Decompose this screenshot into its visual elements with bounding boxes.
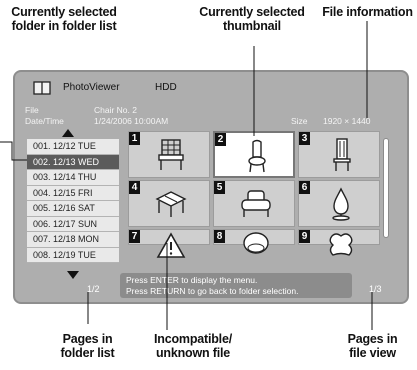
file-name: Chair No. 2: [94, 105, 137, 115]
table-icon: [155, 191, 187, 217]
app-title: PhotoViewer: [63, 82, 120, 93]
folder-item[interactable]: 003. 12/14 THU: [27, 170, 119, 186]
folder-item[interactable]: 005. 12/16 SAT: [27, 201, 119, 217]
chair-icon: [248, 139, 266, 173]
callout-selected-thumbnail: Currently selected thumbnail: [199, 5, 305, 33]
folder-item[interactable]: 007. 12/18 MON: [27, 232, 119, 248]
datetime-label: Date/Time: [25, 116, 64, 126]
thumbnail-6[interactable]: 6: [298, 180, 380, 227]
file-page-indicator: 1/3: [369, 284, 382, 294]
message-box: Press ENTER to display the menu. Press R…: [120, 273, 352, 298]
folder-item[interactable]: 006. 12/17 SUN: [27, 216, 119, 232]
folder-item[interactable]: 008. 12/19 TUE: [27, 247, 119, 263]
folder-list: 001. 12/12 TUE 002. 12/13 WED 003. 12/14…: [27, 139, 119, 263]
file-scrollbar[interactable]: [383, 138, 389, 238]
chair-icon: [158, 139, 184, 170]
callout-incompatible-file: Incompatible/unknown file: [154, 332, 232, 360]
datetime-value: 1/24/2006 10:00AM: [94, 116, 169, 126]
stool-icon: [329, 233, 353, 256]
thumbnail-4[interactable]: 4: [128, 180, 210, 227]
callout-pages-file-view: Pages in file view: [347, 332, 398, 360]
callout-selected-folder: Currently selected folder in folder list: [11, 5, 117, 33]
source-label: HDD: [155, 82, 177, 93]
message-enter: Press ENTER to display the menu.: [126, 275, 258, 285]
thumbnail-2-selected[interactable]: 2: [213, 131, 295, 178]
size-value: 1920 × 1440: [323, 116, 371, 126]
folder-page-indicator: 1/2: [87, 284, 100, 294]
folder-item[interactable]: 004. 12/15 FRI: [27, 185, 119, 201]
size-label: Size: [291, 116, 308, 126]
thumbnail-5[interactable]: 5: [213, 180, 295, 227]
callout-pages-folder-list: Pages in folder list: [60, 332, 115, 360]
folder-item-selected[interactable]: 002. 12/13 WED: [27, 154, 119, 170]
armchair-icon: [241, 190, 271, 217]
warning-icon: [156, 232, 186, 258]
chair-icon: [333, 138, 351, 171]
thumbnail-1[interactable]: 1: [128, 131, 210, 178]
chair-icon: [243, 232, 269, 254]
photoviewer-app-icon: [33, 81, 51, 95]
thumbnail-3[interactable]: 3: [298, 131, 380, 178]
file-label: File: [25, 105, 39, 115]
folder-scroll-down-icon[interactable]: [67, 271, 79, 279]
thumbnail-8[interactable]: 8: [213, 229, 295, 254]
message-return: Press RETURN to go back to folder select…: [126, 286, 299, 296]
thumbnail-7-incompatible[interactable]: 7: [128, 229, 210, 258]
lamp-icon: [332, 187, 350, 221]
folder-item[interactable]: 001. 12/12 TUE: [27, 139, 119, 155]
thumbnail-9[interactable]: 9: [298, 229, 380, 256]
callout-file-information: File information: [322, 5, 413, 19]
folder-scroll-up-icon[interactable]: [62, 129, 74, 137]
